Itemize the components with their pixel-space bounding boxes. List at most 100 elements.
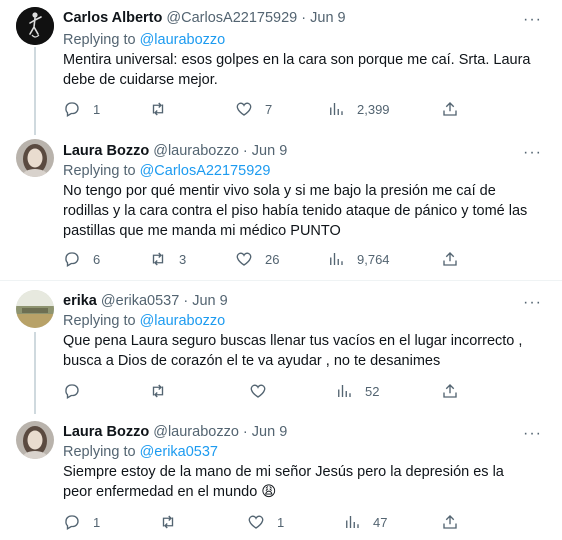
reply-button[interactable]: 1	[63, 99, 100, 119]
like-button[interactable]	[249, 381, 279, 401]
tweet-laura-2[interactable]: Laura Bozzo @laurabozzo · Jun 9 ··· Repl…	[0, 414, 562, 540]
user-handle[interactable]: @laurabozzo	[153, 143, 239, 159]
display-name[interactable]: Laura Bozzo	[63, 143, 149, 159]
view-count: 2,399	[357, 101, 390, 117]
view-count: 9,764	[357, 251, 390, 267]
like-button[interactable]: 26	[235, 249, 279, 269]
retweet-button[interactable]: 3	[149, 249, 186, 269]
replying-to: Replying to @erika0537	[63, 443, 218, 461]
like-count: 7	[265, 101, 273, 117]
share-button[interactable]	[441, 512, 459, 532]
retweet-arrows-icon	[152, 102, 164, 116]
heart-icon	[236, 102, 252, 116]
action-bar: 1 1 47	[63, 512, 463, 532]
tweet-header: Laura Bozzo @laurabozzo · Jun 9	[63, 142, 287, 160]
tweet-carlos[interactable]: Carlos Alberto @CarlosA22175929 · Jun 9 …	[0, 0, 562, 135]
share-button[interactable]	[441, 249, 459, 269]
retweet-arrows-icon	[162, 515, 174, 529]
heart-icon	[250, 384, 266, 398]
mention-link[interactable]: @CarlosA22175929	[140, 163, 271, 179]
reply-button[interactable]: 1	[63, 512, 100, 532]
action-bar: 6 3 26 9,764	[63, 249, 463, 269]
heart-icon	[236, 252, 252, 266]
more-dots-icon[interactable]: ···	[523, 295, 542, 311]
tweet-laura-1[interactable]: Laura Bozzo @laurabozzo · Jun 9 ··· Repl…	[0, 135, 562, 280]
share-button[interactable]	[441, 99, 459, 119]
separator: ·	[242, 424, 248, 440]
reply-count: 6	[93, 251, 101, 267]
replying-to: Replying to @laurabozzo	[63, 312, 225, 330]
tweet-date[interactable]: Jun 9	[310, 10, 345, 26]
user-handle[interactable]: @erika0537	[101, 293, 179, 309]
views-button[interactable]: 52	[335, 381, 379, 401]
view-count: 52	[365, 383, 380, 399]
more-dots-icon[interactable]: ···	[523, 426, 542, 442]
reply-count: 1	[93, 101, 101, 117]
replying-to: Replying to @laurabozzo	[63, 31, 225, 49]
action-bar: 1 7 2,399	[63, 99, 463, 119]
views-button[interactable]: 47	[343, 512, 387, 532]
like-button[interactable]: 7	[235, 99, 272, 119]
tweet-text: Que pena Laura seguro buscas llenar tus …	[63, 333, 523, 369]
speech-bubble-icon	[65, 515, 79, 530]
reply-button[interactable]	[63, 381, 93, 401]
replying-prefix: Replying to	[63, 32, 136, 48]
mention-link[interactable]: @laurabozzo	[140, 32, 226, 48]
like-button[interactable]: 1	[247, 512, 284, 532]
user-handle[interactable]: @laurabozzo	[153, 424, 239, 440]
heart-icon	[248, 515, 264, 529]
tweet-text: Siempre estoy de la mano de mi señor Jes…	[63, 464, 504, 500]
reply-button[interactable]: 6	[63, 249, 100, 269]
share-button[interactable]	[441, 381, 459, 401]
display-name[interactable]: Laura Bozzo	[63, 424, 149, 440]
replying-prefix: Replying to	[63, 163, 136, 179]
tweet-header: Carlos Alberto @CarlosA22175929 · Jun 9	[63, 9, 346, 27]
bar-chart-icon	[346, 516, 359, 528]
more-dots-icon[interactable]: ···	[523, 12, 542, 28]
conversation-thread: Carlos Alberto @CarlosA22175929 · Jun 9 …	[0, 0, 562, 540]
like-count: 1	[277, 514, 285, 530]
replying-prefix: Replying to	[63, 313, 136, 329]
avatar[interactable]	[16, 7, 54, 45]
retweet-count: 3	[179, 251, 187, 267]
tweet-text: Mentira universal: esos golpes en la car…	[63, 52, 531, 88]
share-upload-icon	[443, 252, 457, 266]
retweet-button[interactable]	[149, 381, 179, 401]
views-button[interactable]: 2,399	[327, 99, 390, 119]
share-upload-icon	[443, 384, 457, 398]
speech-bubble-icon	[65, 384, 79, 399]
display-name[interactable]: Carlos Alberto	[63, 10, 162, 26]
retweet-button[interactable]	[149, 99, 179, 119]
display-name[interactable]: erika	[63, 293, 97, 309]
tweet-date[interactable]: Jun 9	[252, 424, 287, 440]
separator: ·	[242, 143, 248, 159]
replying-to: Replying to @CarlosA22175929	[63, 162, 270, 180]
speech-bubble-icon	[65, 252, 79, 267]
tweet-date[interactable]: Jun 9	[192, 293, 227, 309]
share-upload-icon	[443, 515, 457, 529]
woman-portrait-icon	[16, 421, 54, 459]
avatar[interactable]	[16, 139, 54, 177]
tweet-erika[interactable]: erika @erika0537 · Jun 9 ··· Replying to…	[0, 281, 562, 414]
retweet-arrows-icon	[152, 252, 164, 266]
bar-chart-icon	[330, 103, 343, 115]
share-upload-icon	[443, 102, 457, 116]
separator: ·	[301, 10, 307, 26]
views-button[interactable]: 9,764	[327, 249, 390, 269]
more-dots-icon[interactable]: ···	[523, 145, 542, 161]
tweet-date[interactable]: Jun 9	[252, 143, 287, 159]
retweet-button[interactable]	[159, 512, 189, 532]
speech-bubble-icon	[65, 102, 79, 117]
like-count: 26	[265, 251, 280, 267]
user-handle[interactable]: @CarlosA22175929	[166, 10, 297, 26]
replying-prefix: Replying to	[63, 444, 136, 460]
mention-link[interactable]: @erika0537	[140, 444, 218, 460]
retweet-arrows-icon	[152, 384, 164, 398]
action-bar: 52	[63, 381, 463, 401]
avatar[interactable]	[16, 421, 54, 459]
avatar[interactable]	[16, 290, 54, 328]
mention-link[interactable]: @laurabozzo	[140, 313, 226, 329]
tweet-header: Laura Bozzo @laurabozzo · Jun 9	[63, 423, 287, 441]
separator: ·	[183, 293, 189, 309]
tweet-header: erika @erika0537 · Jun 9	[63, 292, 228, 310]
